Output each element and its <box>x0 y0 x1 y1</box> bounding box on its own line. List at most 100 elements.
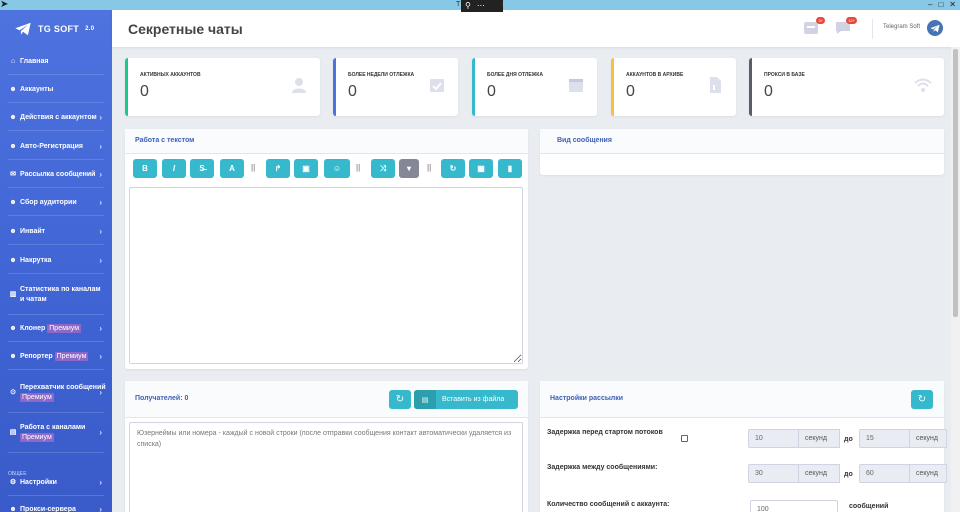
messages-badge: 12+ <box>846 17 857 24</box>
stat-card: ПРОКСИ В БАЗЕ 0 <box>749 58 944 116</box>
sidebar-item-0[interactable]: ⌂ Главная <box>0 55 112 75</box>
shuffle-icon: ⤨ <box>379 163 387 173</box>
sidebar-item-1[interactable]: ☻ Аккаунты <box>0 83 112 103</box>
font-button[interactable]: A <box>220 159 244 178</box>
recipients-input[interactable]: Юзернеймы или номера - каждый с новой ст… <box>129 422 523 512</box>
sidebar-item-text: Статистика по каналам и чатам <box>20 285 106 305</box>
chart-icon: ▥ <box>9 291 17 298</box>
boost-icon: ☻ <box>9 256 17 264</box>
sidebar-divider <box>8 215 104 216</box>
chevron-right-icon: › <box>99 351 102 361</box>
chevron-right-icon: › <box>99 141 102 151</box>
image-button[interactable]: ▣ <box>294 159 318 178</box>
sidebar-divider <box>8 244 104 245</box>
envelope-icon: ✉ <box>10 170 16 178</box>
recipients-refresh-button[interactable]: ↻ <box>389 390 411 409</box>
italic-button[interactable]: I <box>162 159 186 178</box>
sidebar-item-text: Инвайт <box>20 227 45 237</box>
zoom-toolbar[interactable]: ⚲ ⋯ <box>461 0 503 12</box>
user-name[interactable]: Telegram Soft <box>883 24 920 30</box>
trash-icon: ▮ <box>507 164 513 173</box>
sidebar-item-6[interactable]: ☻ Инвайт › <box>0 225 112 245</box>
sidebar-divider <box>8 130 104 131</box>
sidebar-item-label: Настройки <box>20 478 57 486</box>
bold-button[interactable]: B <box>133 159 157 178</box>
premium-badge: Премиум <box>54 351 89 361</box>
chevron-right-icon: › <box>99 388 102 397</box>
save-button[interactable]: ▦ <box>469 159 493 178</box>
chevron-right-icon: › <box>99 477 102 487</box>
image-icon: ▣ <box>302 164 310 173</box>
avatar[interactable] <box>927 20 943 36</box>
scrollbar[interactable] <box>951 47 960 512</box>
sidebar-item-text: Главная <box>20 57 48 67</box>
sidebar-item-9[interactable]: ☻ Клонер Премиум › <box>0 322 112 342</box>
user-icon <box>292 78 306 93</box>
sidebar-divider <box>8 369 104 370</box>
setting-from-input[interactable]: 30 <box>748 464 799 483</box>
message-editor[interactable] <box>129 187 523 364</box>
chevron-right-icon: › <box>99 323 102 333</box>
reset-button[interactable]: ↻ <box>441 159 465 178</box>
sidebar-item-12[interactable]: ▤ Работа с каналами Премиум › <box>0 420 112 453</box>
stat-label: ПРОКСИ В БАЗЕ <box>764 72 805 78</box>
font-icon: A <box>229 164 235 173</box>
sidebar-item-label: Аккаунты <box>20 85 54 93</box>
settings-refresh-button[interactable]: ↻ <box>911 390 933 409</box>
sidebar-item-8[interactable]: ▥ Статистика по каналам и чатам <box>0 282 112 315</box>
paste-from-file-button[interactable]: ▤ Вставить из файла <box>414 390 518 409</box>
sidebar-divider <box>8 495 104 496</box>
emoji-button[interactable]: ☺ <box>324 159 350 178</box>
refresh-icon: ↻ <box>917 394 927 405</box>
minimize-icon[interactable]: – <box>928 0 932 9</box>
brand[interactable]: TG SOFT 2.0 <box>0 10 112 48</box>
setting-to-input[interactable]: 15 <box>859 429 910 448</box>
sidebar-item-14[interactable]: ☻ Прокси-сервера › <box>0 503 112 512</box>
sidebar-item-5[interactable]: ☻ Сбор аудитории › <box>0 196 112 216</box>
setting-between: до <box>844 436 853 443</box>
setting-to-input[interactable]: 60 <box>859 464 910 483</box>
stat-card: БОЛЕЕ ДНЯ ОТЛЕЖКА 0 <box>472 58 597 116</box>
sidebar-item-3[interactable]: ☻ Авто-Регистрация › <box>0 140 112 160</box>
dropdown-button[interactable]: ▾ <box>399 159 419 178</box>
refresh-icon: ↻ <box>395 394 405 405</box>
setting-count-input[interactable]: 100 <box>750 500 838 512</box>
more-icon[interactable]: ⋯ <box>477 0 485 12</box>
report-icon: ☻ <box>9 352 17 360</box>
delete-button[interactable]: ▮ <box>498 159 522 178</box>
file-icon <box>710 77 721 93</box>
sidebar-item-4[interactable]: ✉ Рассылка сообщений › <box>0 168 112 188</box>
chevron-right-icon: › <box>99 504 102 512</box>
sidebar-item-7[interactable]: ☻ Накрутка › <box>0 254 112 274</box>
sidebar-divider <box>8 314 104 315</box>
sidebar-item-label: Прокси-сервера <box>20 505 76 512</box>
setting-from-input[interactable]: 10 <box>748 429 799 448</box>
save-icon: ▦ <box>477 164 485 173</box>
share-button[interactable]: ↱ <box>266 159 290 178</box>
sidebar-item-label: Сбор аудитории <box>20 198 77 206</box>
messages-button[interactable]: 12+ <box>834 17 857 36</box>
setting-label: Задержка между сообщениями: <box>547 464 658 471</box>
user-plus-icon: ☻ <box>9 142 17 150</box>
telegram-avatar-icon <box>930 24 940 32</box>
home-icon: ⌂ <box>10 57 16 65</box>
maximize-icon[interactable]: □ <box>938 0 943 9</box>
zoom-icon[interactable]: ⚲ <box>465 0 471 12</box>
sidebar-item-text: Прокси-сервера <box>20 505 76 512</box>
sidebar-item-2[interactable]: ☻ Действия с аккаунтом › <box>0 111 112 131</box>
scrollbar-thumb[interactable] <box>953 49 958 317</box>
section-label: ОБЩЕЕ <box>8 471 27 477</box>
sidebar-item-11[interactable]: ⊙ Перехватчик сообщений Премиум › <box>0 380 112 413</box>
setting-unit: секунд <box>798 429 840 448</box>
setting-unit: секунд <box>909 464 947 483</box>
sidebar-divider <box>8 159 104 160</box>
notifications-button[interactable]: 3+ <box>802 17 825 36</box>
sidebar-item-10[interactable]: ☻ Репортер Премиум › <box>0 350 112 370</box>
settings-panel-title: Настройки рассылки <box>540 381 944 418</box>
shuffle-button[interactable]: ⤨ <box>371 159 395 178</box>
close-icon[interactable]: ✕ <box>949 0 956 9</box>
sidebar-item-13[interactable]: ⚙ Настройки › <box>0 476 112 496</box>
setting-unit: секунд <box>909 429 947 448</box>
strikethrough-button[interactable]: S̶ <box>190 159 214 178</box>
start-delay-checkbox[interactable] <box>681 435 688 442</box>
